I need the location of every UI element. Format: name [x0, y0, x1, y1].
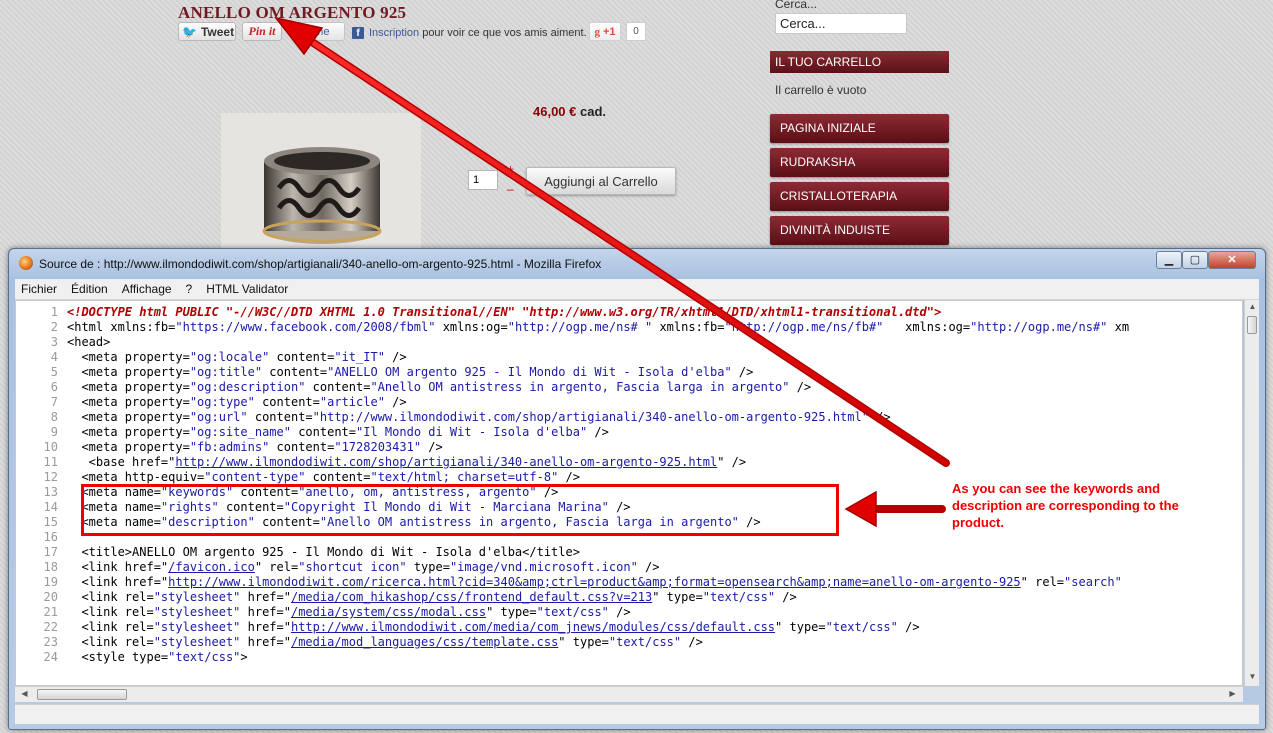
cart-header: IL TUO CARRELLO [770, 51, 949, 73]
menu-item-rudraksha[interactable]: RUDRAKSHA [770, 148, 949, 177]
search-label: Cerca... [775, 0, 818, 11]
line-number: 18 [43, 560, 58, 574]
facebook-signup-text: Inscription pour voir ce que vos amis ai… [369, 27, 587, 39]
google-plus-icon: g [594, 25, 600, 38]
line-number: 12 [43, 470, 58, 484]
source-line: 3 <head> [16, 335, 111, 350]
horizontal-scroll-thumb[interactable] [37, 689, 127, 700]
price-value: 46,00 € [533, 104, 577, 119]
source-line: 4 <meta property="og:locale" content="it… [16, 350, 407, 365]
line-number: 24 [43, 650, 58, 664]
line-number: 22 [43, 620, 58, 634]
meta-highlight-box [81, 484, 839, 536]
google-plus-count: 0 [626, 22, 646, 41]
line-number: 1 [50, 305, 58, 319]
google-plus-label: +1 [602, 25, 616, 38]
line-number: 21 [43, 605, 58, 619]
menu-fichier[interactable]: Fichier [21, 282, 57, 296]
add-to-cart-button[interactable]: Aggiungi al Carrello [526, 167, 676, 195]
minimize-icon[interactable]: ▁ [1156, 251, 1182, 269]
source-line: 20 <link rel="stylesheet" href="/media/c… [16, 590, 797, 605]
product-price: 46,00 € cad. [533, 104, 606, 119]
source-line: 17 <title>ANELLO OM argento 925 - Il Mon… [16, 545, 580, 560]
source-line: 19 <link href="http://www.ilmondodiwit.c… [16, 575, 1122, 590]
menu-item-pagina-iniziale[interactable]: PAGINA INIZIALE [770, 114, 949, 143]
quantity-input[interactable] [468, 170, 498, 190]
line-number: 20 [43, 590, 58, 604]
firefox-icon [19, 256, 33, 270]
menu-help[interactable]: ? [186, 282, 193, 296]
menu-item-cristalloterapia[interactable]: CRISTALLOTERAPIA [770, 182, 949, 211]
quantity-decrease-button[interactable]: – [507, 183, 514, 195]
line-number: 6 [50, 380, 58, 394]
line-number: 19 [43, 575, 58, 589]
vertical-scroll-thumb[interactable] [1247, 316, 1257, 334]
source-line: 12 <meta http-equiv="content-type" conte… [16, 470, 580, 485]
menu-affichage[interactable]: Affichage [122, 282, 172, 296]
menu-edition[interactable]: Édition [71, 282, 108, 296]
annotation-callout: As you can see the keywords and descript… [952, 481, 1179, 530]
product-title: ANELLO OM ARGENTO 925 [178, 3, 407, 22]
line-number: 2 [50, 320, 58, 334]
facebook-signup-link[interactable]: Inscription [369, 27, 419, 39]
scroll-left-icon[interactable]: ◀ [17, 689, 32, 698]
product-image[interactable] [221, 113, 421, 253]
source-line: 24 <style type="text/css"> [16, 650, 248, 665]
source-line: 11 <base href="http://www.ilmondodiwit.c… [16, 455, 747, 470]
price-unit: cad. [580, 104, 607, 119]
twitter-bird-icon: 🐦 [182, 24, 197, 39]
source-line: 1 <!DOCTYPE html PUBLIC "-//W3C//DTD XHTM… [16, 305, 941, 320]
status-bar [15, 704, 1259, 724]
source-line: 18 <link href="/favicon.ico" rel="shortc… [16, 560, 660, 575]
tweet-button[interactable]: 🐦 Tweet [178, 22, 236, 41]
source-line: 8 <meta property="og:url" content="http:… [16, 410, 891, 425]
line-number: 23 [43, 635, 58, 649]
source-line: 16 [16, 530, 67, 545]
line-number: 11 [43, 455, 58, 469]
menu-html-validator[interactable]: HTML Validator [206, 282, 288, 296]
scroll-up-icon[interactable]: ▲ [1245, 302, 1260, 311]
source-line: 5 <meta property="og:title" content="ANE… [16, 365, 754, 380]
silver-ring-illustration [262, 147, 382, 244]
line-number: 14 [43, 500, 58, 514]
line-number: 15 [43, 515, 58, 529]
window-title: Source de : http://www.ilmondodiwit.com/… [39, 257, 602, 271]
line-number: 5 [50, 365, 58, 379]
source-line: 21 <link rel="stylesheet" href="/media/s… [16, 605, 631, 620]
scroll-right-icon[interactable]: ▶ [1225, 689, 1240, 698]
source-line: 10 <meta property="fb:admins" content="1… [16, 440, 443, 455]
pinit-button[interactable]: Pin it [242, 22, 282, 41]
horizontal-scrollbar[interactable]: ◀ ▶ [15, 686, 1243, 702]
maximize-icon[interactable]: ▢ [1182, 251, 1208, 269]
menu-bar: Fichier Édition Affichage ? HTML Validat… [15, 279, 1259, 300]
google-plus-button[interactable]: g +1 [589, 22, 621, 41]
line-number: 4 [50, 350, 58, 364]
line-number: 17 [43, 545, 58, 559]
search-input[interactable] [775, 13, 907, 34]
line-number: 7 [50, 395, 58, 409]
menu-item-divinita-induiste[interactable]: DIVINITÀ INDUISTE [770, 216, 949, 245]
scroll-down-icon[interactable]: ▼ [1245, 672, 1260, 681]
close-icon[interactable]: ✕ [1208, 251, 1256, 269]
source-line: 6 <meta property="og:description" conten… [16, 380, 811, 395]
window-titlebar[interactable]: Source de : http://www.ilmondodiwit.com/… [9, 249, 1265, 279]
facebook-icon: f [352, 27, 364, 39]
source-line: 2 <html xmlns:fb="https://www.facebook.co… [16, 320, 1129, 335]
like-button[interactable]: J'aime [293, 22, 345, 41]
cart-empty-text: Il carrello è vuoto [775, 83, 867, 97]
line-number: 13 [43, 485, 58, 499]
quantity-increase-button[interactable]: + [507, 163, 514, 175]
line-number: 10 [43, 440, 58, 454]
line-number: 8 [50, 410, 58, 424]
source-line: 7 <meta property="og:type" content="arti… [16, 395, 407, 410]
vertical-scrollbar[interactable]: ▲ ▼ [1244, 300, 1259, 686]
line-number: 3 [50, 335, 58, 349]
facebook-signup-suffix: pour voir ce que vos amis aiment. [419, 27, 587, 39]
source-line: 23 <link rel="stylesheet" href="/media/m… [16, 635, 703, 650]
source-line: 22 <link rel="stylesheet" href="http://w… [16, 620, 920, 635]
line-number: 9 [50, 425, 58, 439]
tweet-label: Tweet [200, 24, 235, 39]
source-line: 9 <meta property="og:site_name" content=… [16, 425, 609, 440]
line-number: 16 [43, 530, 58, 544]
